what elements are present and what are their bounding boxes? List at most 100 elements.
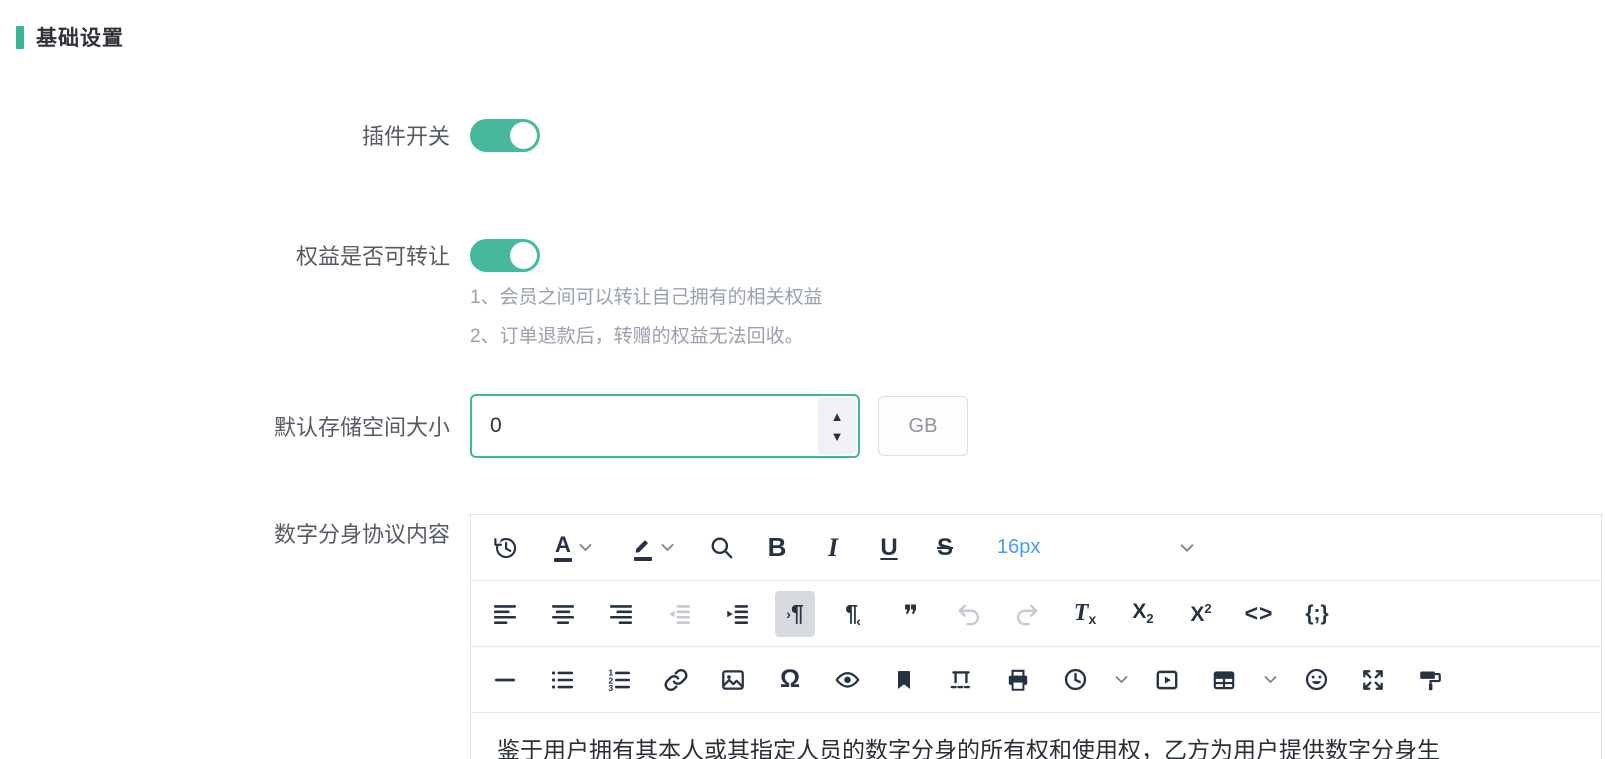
chevron-down-icon <box>579 543 592 552</box>
font-color-button[interactable]: A <box>541 525 605 571</box>
editor-toolbar-row-2: ›¶ ¶‹ ❞ <box>471 581 1601 647</box>
italic-button[interactable]: I <box>813 525 853 571</box>
font-size-select[interactable]: 16px <box>987 525 1202 571</box>
code-block-button[interactable]: {;} <box>1297 591 1337 637</box>
highlight-pen-icon <box>632 535 654 561</box>
editor-content[interactable]: 鉴于用户拥有其本人或其指定人员的数字分身的所有权和使用权，乙方为用户提供数字分身… <box>471 713 1601 759</box>
agreement-label: 数字分身协议内容 <box>0 514 450 550</box>
bold-button[interactable]: B <box>757 525 797 571</box>
insert-time-button[interactable] <box>1055 657 1095 703</box>
strikethrough-icon: S <box>937 534 953 562</box>
image-button[interactable] <box>713 657 753 703</box>
history-button[interactable] <box>485 525 525 571</box>
page-break-button[interactable] <box>941 657 981 703</box>
form-row-storage-size: 默认存储空间大小 ▲ ▼ GB <box>0 394 968 458</box>
indent-button[interactable] <box>717 591 757 637</box>
redo-icon <box>1014 601 1040 627</box>
format-paint-button[interactable] <box>1410 657 1450 703</box>
editor-toolbar-row-1: A <box>471 515 1601 581</box>
rich-text-editor: A <box>470 514 1602 759</box>
preview-button[interactable] <box>827 657 867 703</box>
insert-time-dropdown[interactable] <box>1112 657 1130 703</box>
table-button[interactable] <box>1204 657 1244 703</box>
underline-icon: U <box>880 534 897 562</box>
toggle-knob <box>510 122 537 149</box>
fullscreen-icon <box>1360 667 1386 693</box>
clear-format-icon: Tx <box>1074 601 1096 627</box>
bold-icon: B <box>768 532 787 563</box>
form-row-agreement: 数字分身协议内容 A <box>0 514 1602 759</box>
chevron-down-icon <box>1115 675 1128 684</box>
indent-icon <box>724 601 750 627</box>
omega-icon: Ω <box>780 665 800 694</box>
special-char-button[interactable]: Ω <box>770 657 810 703</box>
superscript-icon: X2 <box>1190 601 1211 626</box>
numbered-list-icon: 1 2 3 <box>606 667 632 693</box>
transferable-label: 权益是否可转让 <box>0 239 450 271</box>
tip-line-1: 1、会员之间可以转让自己拥有的相关权益 <box>470 286 823 310</box>
fullscreen-button[interactable] <box>1353 657 1393 703</box>
horizontal-rule-button[interactable] <box>485 657 525 703</box>
editor-toolbar-row-3: 1 2 3 <box>471 647 1601 713</box>
eye-icon <box>834 666 861 693</box>
paragraph-rtl-button[interactable]: ¶‹ <box>833 591 873 637</box>
section-accent-bar <box>16 26 24 49</box>
italic-icon: I <box>828 533 838 563</box>
align-right-icon <box>608 601 634 627</box>
settings-page: 基础设置 插件开关 权益是否可转让 1、会员之间可以转让自己拥有的相关权益 2、… <box>0 0 1605 759</box>
subscript-button[interactable]: X2 <box>1123 591 1163 637</box>
code-block-icon: {;} <box>1305 602 1328 626</box>
numbered-list-button[interactable]: 1 2 3 <box>599 657 639 703</box>
underline-button[interactable]: U <box>869 525 909 571</box>
spinner-up-icon[interactable]: ▲ <box>831 410 844 423</box>
paragraph-ltr-icon: ¶ <box>791 602 804 625</box>
section-title: 基础设置 <box>36 22 124 52</box>
table-dropdown[interactable] <box>1261 657 1279 703</box>
blockquote-button[interactable]: ❞ <box>891 591 931 637</box>
toggle-knob <box>510 242 537 269</box>
paragraph-ltr-button[interactable]: ›¶ <box>775 591 815 637</box>
bookmark-icon <box>892 668 916 692</box>
align-center-button[interactable] <box>543 591 583 637</box>
video-button[interactable] <box>1147 657 1187 703</box>
superscript-button[interactable]: X2 <box>1181 591 1221 637</box>
undo-icon <box>956 601 982 627</box>
strikethrough-button[interactable]: S <box>925 525 965 571</box>
align-right-button[interactable] <box>601 591 641 637</box>
print-button[interactable] <box>998 657 1038 703</box>
font-color-icon: A <box>554 534 572 562</box>
horizontal-rule-icon <box>492 667 518 693</box>
emoji-button[interactable] <box>1296 657 1336 703</box>
number-spinner: ▲ ▼ <box>818 398 856 454</box>
spinner-down-icon[interactable]: ▼ <box>831 430 844 443</box>
clear-format-button[interactable]: Tx <box>1065 591 1105 637</box>
storage-size-input-wrap: ▲ ▼ <box>470 394 860 458</box>
emoji-icon <box>1303 666 1330 693</box>
bookmark-button[interactable] <box>884 657 924 703</box>
link-button[interactable] <box>656 657 696 703</box>
blockquote-icon: ❞ <box>903 598 918 630</box>
redo-button[interactable] <box>1007 591 1047 637</box>
arrow-left-glyph: ‹ <box>856 614 861 628</box>
font-size-value: 16px <box>997 536 1040 559</box>
plugin-switch-label: 插件开关 <box>0 119 450 151</box>
align-left-icon <box>492 601 518 627</box>
subscript-icon: X2 <box>1132 601 1153 626</box>
storage-size-input[interactable] <box>472 396 816 456</box>
undo-button[interactable] <box>949 591 989 637</box>
bulleted-list-button[interactable] <box>542 657 582 703</box>
transferable-toggle[interactable] <box>470 239 540 272</box>
outdent-button[interactable] <box>659 591 699 637</box>
bulleted-list-icon <box>549 667 575 693</box>
chevron-down-icon <box>661 543 674 552</box>
highlight-button[interactable] <box>621 525 685 571</box>
plugin-switch-toggle[interactable] <box>470 119 540 152</box>
align-left-button[interactable] <box>485 591 525 637</box>
clock-icon <box>1062 666 1089 693</box>
tip-line-2: 2、订单退款后，转赠的权益无法回收。 <box>470 325 823 349</box>
search-button[interactable] <box>701 525 741 571</box>
inline-code-button[interactable]: <> <box>1239 591 1279 637</box>
outdent-icon <box>666 601 692 627</box>
image-icon <box>720 667 746 693</box>
paint-roller-icon <box>1417 667 1443 693</box>
